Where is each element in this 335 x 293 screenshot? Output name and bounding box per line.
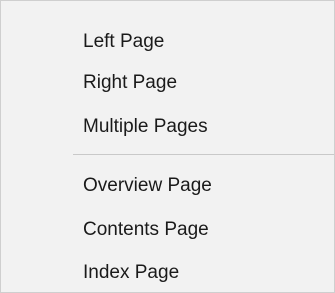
menu-item-multiple-pages[interactable]: Multiple Pages [1,105,334,149]
menu-item-label: Overview Page [83,175,212,196]
menu-item-right-page[interactable]: Right Page [1,61,334,105]
menu-item-label: Index Page [83,262,180,283]
menu-item-left-page[interactable]: Left Page [1,20,334,64]
menu-item-index-page[interactable]: Index Page [1,251,334,293]
menu-item-label: Contents Page [83,219,209,240]
menu-item-contents-page[interactable]: Contents Page [1,208,334,252]
menu-item-label: Right Page [83,72,178,93]
menu-item-label: Multiple Pages [83,116,208,137]
menu-item-overview-page[interactable]: Overview Page [1,164,334,208]
menu-separator [73,154,334,155]
context-menu: Left Page Right Page Multiple Pages Over… [0,0,335,293]
menu-item-label: Left Page [83,31,165,52]
